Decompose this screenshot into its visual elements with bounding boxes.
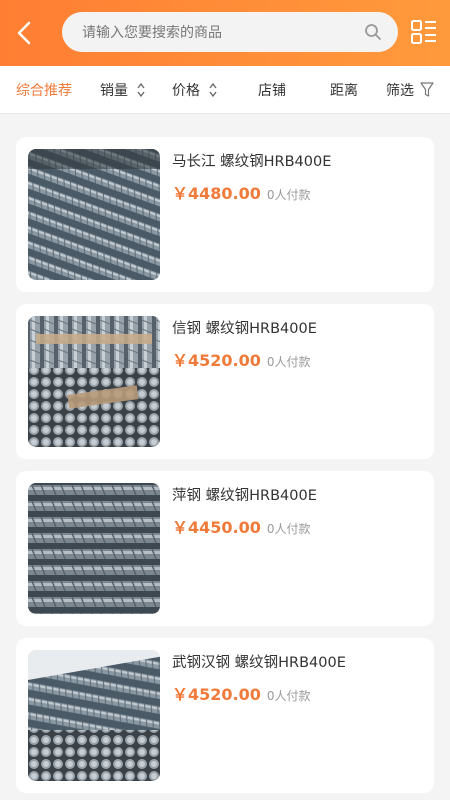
- product-card[interactable]: 马长江 螺纹钢HRB400E ￥4480.00 0人付款: [16, 137, 434, 292]
- product-image[interactable]: [28, 650, 160, 781]
- filter-label: 综合推荐: [16, 83, 72, 99]
- product-price: ￥4450.00: [172, 518, 261, 537]
- filter-label: 销量: [100, 83, 128, 99]
- filter-tab-distance[interactable]: 距离: [330, 66, 358, 114]
- product-list: 马长江 螺纹钢HRB400E ￥4480.00 0人付款 信钢 螺纹钢HRB40…: [16, 137, 434, 800]
- product-price: ￥4480.00: [172, 184, 261, 203]
- product-card[interactable]: 武钢汉钢 螺纹钢HRB400E ￥4520.00 0人付款: [16, 638, 434, 793]
- price-row: ￥4480.00 0人付款: [172, 180, 311, 204]
- product-price: ￥4520.00: [172, 351, 261, 370]
- filter-label: 筛选: [386, 83, 414, 99]
- search-placeholder: 请输入您要搜索的商品: [82, 25, 222, 41]
- filter-tab-recommended[interactable]: 综合推荐: [16, 66, 72, 114]
- search-input[interactable]: 请输入您要搜索的商品: [62, 12, 398, 52]
- product-image[interactable]: [28, 483, 160, 614]
- product-title[interactable]: 信钢 螺纹钢HRB400E: [172, 317, 317, 338]
- product-title[interactable]: 武钢汉钢 螺纹钢HRB400E: [172, 651, 346, 672]
- funnel-icon: [420, 82, 434, 97]
- sort-arrows-icon: [208, 80, 218, 100]
- filter-tab-shop[interactable]: 店铺: [258, 66, 286, 114]
- price-row: ￥4520.00 0人付款: [172, 347, 311, 371]
- product-sales: 0人付款: [266, 689, 311, 703]
- price-row: ￥4450.00 0人付款: [172, 514, 311, 538]
- product-image[interactable]: [28, 316, 160, 447]
- layout-toggle-button[interactable]: [408, 16, 440, 48]
- product-title[interactable]: 马长江 螺纹钢HRB400E: [172, 150, 331, 171]
- filter-label: 价格: [172, 83, 200, 99]
- product-card[interactable]: 信钢 螺纹钢HRB400E ￥4520.00 0人付款: [16, 304, 434, 459]
- sort-arrows-icon: [136, 80, 146, 100]
- product-sales: 0人付款: [266, 522, 311, 536]
- price-row: ￥4520.00 0人付款: [172, 681, 311, 705]
- grid-list-icon: [411, 20, 436, 44]
- product-price: ￥4520.00: [172, 685, 261, 704]
- product-card[interactable]: 萍钢 螺纹钢HRB400E ￥4450.00 0人付款: [16, 471, 434, 626]
- filter-bar: 综合推荐 销量 价格 店铺 距离 筛选: [0, 66, 450, 114]
- filter-tab-price[interactable]: 价格: [172, 66, 218, 114]
- product-sales: 0人付款: [266, 355, 311, 369]
- search-icon[interactable]: [364, 23, 382, 41]
- filter-label: 距离: [330, 83, 358, 99]
- filter-tab-sales[interactable]: 销量: [100, 66, 146, 114]
- back-button[interactable]: [0, 0, 48, 66]
- product-sales: 0人付款: [266, 188, 311, 202]
- chevron-left-icon: [17, 21, 31, 45]
- filter-label: 店铺: [258, 83, 286, 99]
- filter-tab-filter[interactable]: 筛选: [386, 66, 434, 114]
- product-title[interactable]: 萍钢 螺纹钢HRB400E: [172, 484, 317, 505]
- product-image[interactable]: [28, 149, 160, 280]
- top-header: 请输入您要搜索的商品: [0, 0, 450, 66]
